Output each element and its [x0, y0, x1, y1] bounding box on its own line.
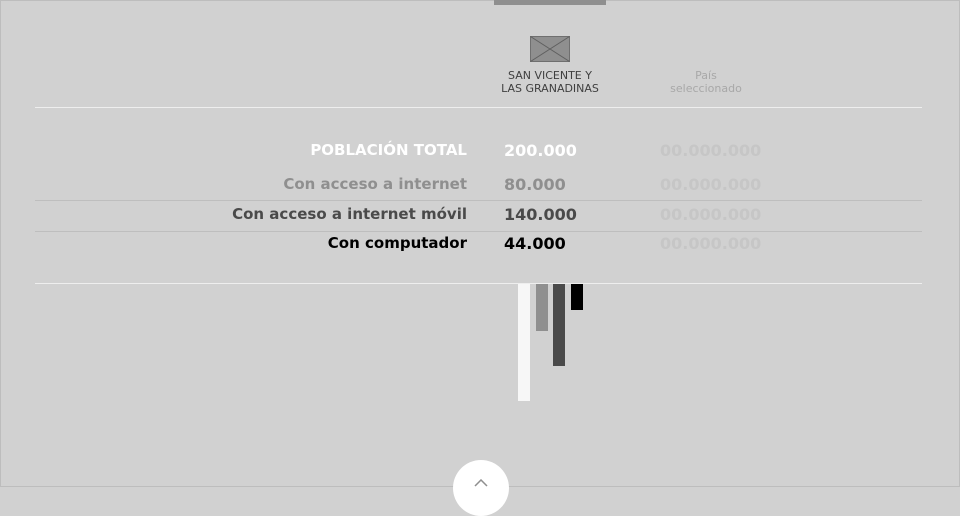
row-selected-value-acceso-internet: 00.000.000	[660, 175, 762, 194]
bar-3	[553, 284, 565, 366]
row-divider	[35, 200, 922, 201]
bar-4	[570, 284, 583, 310]
row-label-acceso-internet-movil: Con acceso a internet móvil	[232, 205, 467, 223]
selected-country-header: País seleccionado	[646, 69, 766, 95]
row-label-acceso-internet: Con acceso a internet	[283, 175, 467, 193]
chart-baseline	[35, 283, 922, 284]
row-label-computador: Con computador	[327, 234, 467, 252]
header-divider	[35, 107, 922, 108]
row-label-poblacion-total: POBLACIÓN TOTAL	[310, 141, 467, 159]
country-name-line2: LAS GRANADINAS	[501, 82, 599, 95]
selected-country-line2: seleccionado	[670, 82, 742, 95]
chevron-up-icon	[474, 479, 488, 487]
row-selected-value-acceso-internet-movil: 00.000.000	[660, 205, 762, 224]
scroll-up-button[interactable]	[453, 460, 509, 516]
page-frame	[0, 0, 960, 487]
selected-country-line1: País	[695, 69, 717, 82]
bar-1	[518, 284, 530, 401]
row-selected-value-computador: 00.000.000	[660, 234, 762, 253]
country-name-line1: SAN VICENTE Y	[508, 69, 592, 82]
row-value-acceso-internet: 80.000	[504, 175, 566, 194]
row-value-poblacion-total: 200.000	[504, 141, 577, 160]
bar-2	[535, 284, 548, 331]
image-placeholder-icon	[530, 36, 570, 62]
top-tab-indicator[interactable]	[494, 0, 606, 5]
row-divider	[35, 231, 922, 232]
row-selected-value-poblacion-total: 00.000.000	[660, 141, 762, 160]
row-value-computador: 44.000	[504, 234, 566, 253]
row-value-acceso-internet-movil: 140.000	[504, 205, 577, 224]
country-name-header: SAN VICENTE Y LAS GRANADINAS	[490, 69, 610, 95]
